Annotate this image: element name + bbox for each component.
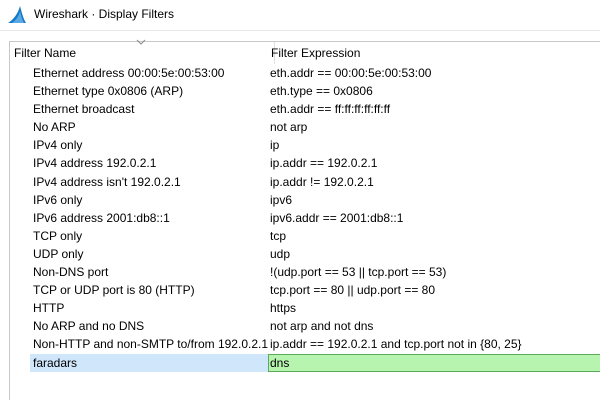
filter-row[interactable]: Ethernet broadcast eth.addr == ff:ff:ff:f… — [10, 100, 600, 118]
filter-expression-cell[interactable]: ip — [270, 136, 279, 154]
filter-name-cell[interactable]: IPv4 address isn't 192.0.2.1 — [33, 173, 181, 191]
filter-row[interactable]: IPv4 only ip — [10, 136, 600, 154]
filter-name-cell[interactable]: HTTP — [33, 299, 64, 317]
filter-expression-cell[interactable]: eth.addr == ff:ff:ff:ff:ff:ff — [270, 100, 390, 118]
filter-name-cell[interactable]: Non-HTTP and non-SMTP to/from 192.0.2.1 — [33, 335, 268, 353]
filter-row[interactable]: HTTP https — [10, 299, 600, 317]
column-header-filter-expression[interactable]: Filter Expression — [271, 42, 360, 64]
wireshark-fin-icon — [8, 6, 26, 23]
filter-name-cell[interactable]: Ethernet address 00:00:5e:00:53:00 — [33, 64, 224, 82]
filter-name-cell[interactable]: Non-DNS port — [33, 263, 108, 281]
filter-row[interactable]: Non-HTTP and non-SMTP to/from 192.0.2.1 i… — [10, 335, 600, 353]
filter-row[interactable]: No ARP not arp — [10, 118, 600, 136]
filter-row[interactable]: TCP or UDP port is 80 (HTTP) tcp.port == … — [10, 281, 600, 299]
filter-expression-cell[interactable]: !(udp.port == 53 || tcp.port == 53) — [270, 263, 446, 281]
filter-name-cell[interactable]: No ARP — [33, 118, 76, 136]
filter-expression-cell[interactable]: ipv6 — [270, 191, 292, 209]
filter-name-cell[interactable]: No ARP and no DNS — [33, 317, 144, 335]
title-divider — [0, 30, 600, 31]
filter-expression-cell[interactable]: not arp and not dns — [270, 317, 373, 335]
filter-row[interactable]: Ethernet address 00:00:5e:00:53:00 eth.ad… — [10, 64, 600, 82]
filter-expression-cell[interactable]: ipv6.addr == 2001:db8::1 — [270, 209, 403, 227]
filter-expression-cell[interactable]: https — [270, 299, 296, 317]
filter-name-cell[interactable]: TCP only — [33, 227, 82, 245]
filter-expression-cell[interactable]: tcp.port == 80 || udp.port == 80 — [270, 281, 435, 299]
filter-expression-cell[interactable]: ip.addr != 192.0.2.1 — [270, 173, 374, 191]
filter-expression-cell[interactable]: eth.type == 0x0806 — [270, 82, 373, 100]
column-header: Filter Name Filter Expression — [10, 39, 600, 64]
filter-rows: Ethernet address 00:00:5e:00:53:00 eth.ad… — [10, 64, 600, 372]
filter-expression-cell[interactable]: eth.addr == 00:00:5e:00:53:00 — [270, 64, 431, 82]
filter-row[interactable]: faradars dns — [10, 353, 600, 372]
sort-chevron-icon — [136, 39, 146, 45]
filter-row[interactable]: UDP only udp — [10, 245, 600, 263]
filter-list[interactable]: Filter Name Filter Expression Ethernet a… — [0, 39, 600, 400]
column-header-filter-name[interactable]: Filter Name — [14, 42, 76, 64]
filter-row[interactable]: Ethernet type 0x0806 (ARP) eth.type == 0x… — [10, 82, 600, 100]
filter-name-cell[interactable]: Ethernet type 0x0806 (ARP) — [33, 82, 183, 100]
filter-name-cell[interactable]: IPv4 address 192.0.2.1 — [33, 154, 156, 172]
filter-name-cell[interactable]: IPv4 only — [33, 136, 82, 154]
filter-expression-cell[interactable]: udp — [270, 245, 290, 263]
filter-row[interactable]: IPv6 only ipv6 — [10, 191, 600, 209]
filter-row[interactable]: IPv4 address isn't 192.0.2.1 ip.addr != 1… — [10, 173, 600, 191]
window-title: Wireshark · Display Filters — [34, 7, 175, 21]
filter-row[interactable]: TCP only tcp — [10, 227, 600, 245]
title-bar: Wireshark · Display Filters — [0, 0, 600, 30]
filter-name-cell[interactable]: faradars — [33, 354, 77, 372]
filter-name-cell[interactable]: Ethernet broadcast — [33, 100, 134, 118]
filter-row[interactable]: Non-DNS port !(udp.port == 53 || tcp.port… — [10, 263, 600, 281]
filter-expression-cell[interactable]: ip.addr == 192.0.2.1 — [270, 154, 377, 172]
filter-expression-cell[interactable]: not arp — [270, 118, 307, 136]
filter-expression-cell[interactable]: tcp — [270, 227, 286, 245]
filter-name-cell[interactable]: UDP only — [33, 245, 83, 263]
filter-name-cell[interactable]: TCP or UDP port is 80 (HTTP) — [33, 281, 195, 299]
expression-valid-highlight — [268, 353, 600, 372]
filter-row[interactable]: IPv4 address 192.0.2.1 ip.addr == 192.0.2… — [10, 154, 600, 172]
filter-row[interactable]: No ARP and no DNS not arp and not dns — [10, 317, 600, 335]
filter-expression-cell[interactable]: dns — [270, 354, 289, 372]
filter-name-cell[interactable]: IPv6 only — [33, 191, 82, 209]
filter-name-cell[interactable]: IPv6 address 2001:db8::1 — [33, 209, 170, 227]
filter-row[interactable]: IPv6 address 2001:db8::1 ipv6.addr == 200… — [10, 209, 600, 227]
filter-expression-cell[interactable]: ip.addr == 192.0.2.1 and tcp.port not in… — [270, 335, 522, 353]
